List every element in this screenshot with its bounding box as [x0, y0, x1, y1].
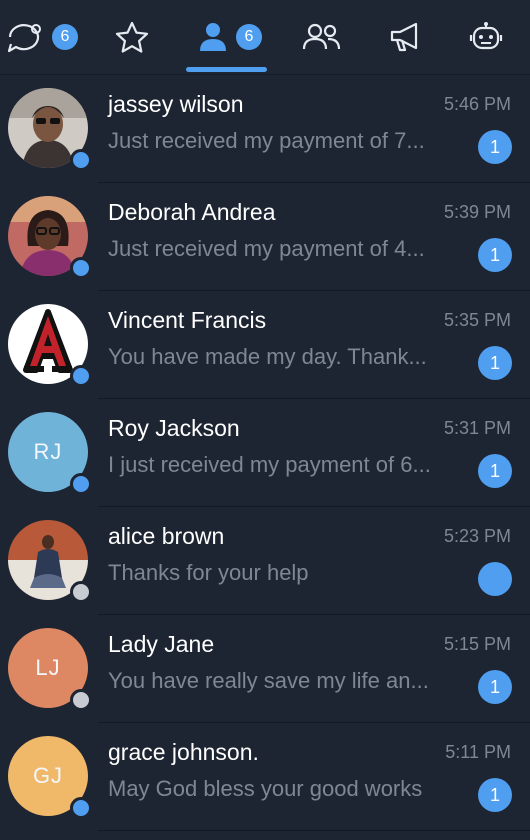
message-preview: You have made my day. Thank... [108, 344, 427, 369]
tab-chats-badge: 6 [52, 24, 78, 50]
star-icon [114, 20, 150, 54]
unread-badge: 1 [478, 346, 512, 380]
people-icon [302, 21, 342, 53]
person-icon [198, 20, 228, 54]
message-time: 5:46 PM [443, 94, 511, 114]
tab-contacts[interactable]: 6 [190, 0, 270, 74]
chat-list: jassey wilson Just received my payment o… [0, 75, 530, 831]
unread-badge: 1 [478, 670, 512, 704]
message-preview: May God bless your good works [108, 776, 423, 801]
unread-badge: 1 [478, 238, 512, 272]
message-time: 5:15 PM [443, 634, 511, 654]
online-status-dot [70, 473, 92, 495]
contact-name: Lady Jane [108, 631, 215, 657]
active-tab-indicator [186, 67, 267, 72]
chat-row-vincent-francis[interactable]: Vincent Francis You have made my day. Th… [0, 291, 530, 399]
bot-icon [467, 20, 505, 54]
message-preview: I just received my payment of 6... [108, 452, 431, 477]
offline-status-dot [70, 581, 92, 603]
message-preview: Just received my payment of 4... [108, 236, 425, 261]
megaphone-icon [387, 20, 425, 54]
tab-favorites[interactable] [108, 0, 156, 74]
unread-badge: 1 [478, 130, 512, 164]
contact-name: Roy Jackson [108, 415, 240, 441]
unread-badge [478, 562, 512, 596]
online-status-dot [70, 797, 92, 819]
message-time: 5:35 PM [443, 310, 511, 330]
message-time: 5:31 PM [443, 418, 511, 438]
online-status-dot [70, 149, 92, 171]
tab-channels[interactable] [382, 0, 430, 74]
message-preview: Thanks for your help [108, 560, 309, 585]
contact-name: alice brown [108, 523, 225, 549]
chat-bubble-icon [6, 20, 44, 54]
chat-row-jassey-wilson[interactable]: jassey wilson Just received my payment o… [0, 75, 530, 183]
tab-groups[interactable] [298, 0, 346, 74]
message-preview: You have really save my life an... [108, 668, 429, 693]
chat-row-grace-johnson[interactable]: GJ grace johnson. May God bless your goo… [0, 723, 530, 831]
chat-row-alice-brown[interactable]: alice brown Thanks for your help 5:23 PM [0, 507, 530, 615]
contact-name: jassey wilson [108, 91, 244, 117]
contact-name: Deborah Andrea [108, 199, 276, 225]
tab-chats[interactable]: 6 [0, 0, 84, 74]
row-divider [98, 830, 530, 831]
unread-badge: 1 [478, 454, 512, 488]
chat-row-lady-jane[interactable]: LJ Lady Jane You have really save my lif… [0, 615, 530, 723]
message-preview: Just received my payment of 7... [108, 128, 425, 153]
offline-status-dot [70, 689, 92, 711]
tab-bar: 6 6 [0, 0, 530, 75]
tab-bots[interactable] [462, 0, 510, 74]
chat-row-roy-jackson[interactable]: RJ Roy Jackson I just received my paymen… [0, 399, 530, 507]
chat-row-deborah-andrea[interactable]: Deborah Andrea Just received my payment … [0, 183, 530, 291]
tab-contacts-badge: 6 [236, 24, 262, 50]
message-time: 5:23 PM [443, 526, 511, 546]
online-status-dot [70, 365, 92, 387]
contact-name: grace johnson. [108, 739, 259, 765]
message-time: 5:39 PM [443, 202, 511, 222]
unread-badge: 1 [478, 778, 512, 812]
online-status-dot [70, 257, 92, 279]
message-time: 5:11 PM [445, 742, 511, 762]
contact-name: Vincent Francis [108, 307, 267, 333]
